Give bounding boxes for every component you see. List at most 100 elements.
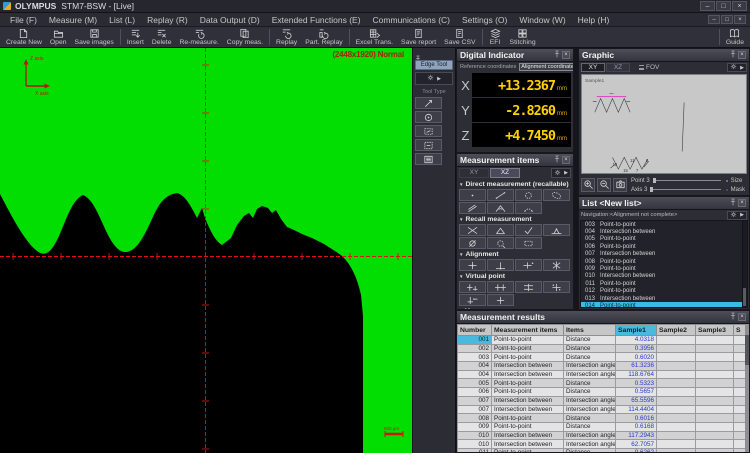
list-item-010[interactable]: 010Intersection between <box>581 273 747 280</box>
toolbar-replay-button[interactable]: Replay <box>272 27 301 47</box>
tool-mi-a1-button[interactable] <box>459 259 486 271</box>
fov-toggle[interactable]: FOV <box>639 64 659 71</box>
menu-item-window[interactable]: Window (W) <box>513 15 571 25</box>
close-icon[interactable]: × <box>562 51 570 59</box>
tool-mi-v5-button[interactable] <box>459 294 486 306</box>
list-scrollbar[interactable] <box>742 221 747 307</box>
toolbar-create-new-button[interactable]: Create New <box>2 27 46 47</box>
list-settings[interactable]: ▶ <box>727 211 747 220</box>
tool-mi-v3-button[interactable] <box>515 281 542 293</box>
menu-item-help[interactable]: Help (H) <box>572 15 616 25</box>
table-row-004-3[interactable]: 004Intersection betweenIntersection angl… <box>458 362 749 371</box>
list-item-013[interactable]: 013Intersection between <box>581 295 747 302</box>
toolbar-copy-meas-button[interactable]: Copy meas. <box>223 27 267 47</box>
toolbar-part-replay-button[interactable]: Part. Replay <box>301 27 346 47</box>
capture-button[interactable] <box>613 178 627 192</box>
di-tab-alignment-coordinates[interactable]: Alignment coordinates <box>519 63 573 71</box>
axis-slider[interactable] <box>650 189 720 190</box>
list-item-007[interactable]: 007Intersection between <box>581 251 747 258</box>
close-icon[interactable]: × <box>738 313 746 321</box>
toolbar-efi-button[interactable]: EFI <box>485 27 506 47</box>
table-row-004-4[interactable]: 004Intersection betweenIntersection angl… <box>458 370 749 379</box>
live-image-viewport[interactable]: Z axis X axis 500 μm (2448x1920) Normal <box>0 48 412 453</box>
menu-item-list[interactable]: List (L) <box>103 15 141 25</box>
toolbar-save-images-button[interactable]: Save images <box>71 27 118 47</box>
tool-mi-rcircle-button[interactable] <box>487 237 514 249</box>
edge-tool-et-circle-button[interactable] <box>415 111 442 123</box>
table-row-007-7[interactable]: 007Intersection betweenIntersection angl… <box>458 396 749 405</box>
pin-icon[interactable] <box>554 155 560 165</box>
table-row-010-11[interactable]: 010Intersection betweenIntersection angl… <box>458 431 749 440</box>
section-header-recall-measurement[interactable]: ▼Recall measurement <box>457 215 573 223</box>
mi-tab-xz[interactable]: XZ <box>490 168 520 178</box>
pin-icon[interactable] <box>415 50 421 58</box>
close-icon[interactable]: × <box>562 156 570 164</box>
mask-radio[interactable]: Mask <box>725 187 745 193</box>
table-row-011-13[interactable]: 011Point-to-pointDistance0.6262 <box>458 448 749 452</box>
tool-mi-circle-button[interactable] <box>515 189 542 201</box>
graphic-tab-xy[interactable]: XY <box>581 63 605 72</box>
section-header-virtual-point[interactable]: ▼Virtual point <box>457 272 573 280</box>
tool-mi-rx-button[interactable] <box>459 224 486 236</box>
menu-item-file[interactable]: File (F) <box>4 15 43 25</box>
toolbar-stitching-button[interactable]: Stitching <box>506 27 540 47</box>
list-item-009[interactable]: 009Point-to-point <box>581 265 747 272</box>
table-row-001-0[interactable]: 001Point-to-pointDistance4.0318 <box>458 336 749 345</box>
tool-mi-v1-button[interactable] <box>459 281 486 293</box>
toolbar-save-report-button[interactable]: Save report <box>397 27 440 47</box>
column-header-items[interactable]: Items <box>564 325 616 336</box>
toolbar-guide-button[interactable]: Guide <box>722 27 748 47</box>
table-row-009-10[interactable]: 009Point-to-pointDistance0.6168 <box>458 422 749 431</box>
toolbar-delete-button[interactable]: Delete <box>148 27 176 47</box>
column-header-sample3[interactable]: Sample3 <box>696 325 734 336</box>
list-item-004[interactable]: 004Intersection between <box>581 228 747 235</box>
tool-mi-dia-button[interactable] <box>459 237 486 249</box>
results-scrollbar[interactable] <box>745 324 749 452</box>
tool-mi-v4-button[interactable] <box>543 281 570 293</box>
tool-mi-a2-button[interactable] <box>487 259 514 271</box>
edge-tool-et-list-button[interactable] <box>415 153 442 165</box>
list-item-012[interactable]: 012Point-to-point <box>581 288 747 295</box>
list-item-005[interactable]: 005Point-to-point <box>581 236 747 243</box>
menu-item-replay[interactable]: Replay (R) <box>141 15 194 25</box>
point-slider[interactable] <box>653 180 721 181</box>
edge-tool-et-rect-button[interactable] <box>415 139 442 151</box>
table-row-006-6[interactable]: 006Point-to-pointDistance0.5657 <box>458 388 749 397</box>
mdi-minimize-button[interactable]: – <box>708 15 720 24</box>
tool-mi-angle-button[interactable] <box>487 202 514 214</box>
list-item-008[interactable]: 008Point-to-point <box>581 258 747 265</box>
column-header-sample1[interactable]: Sample1 <box>616 325 657 336</box>
mi-tab-xy[interactable]: XY <box>459 168 489 178</box>
menu-item-data[interactable]: Data Output (D) <box>194 15 266 25</box>
toolbar-re-measure-button[interactable]: Re-measure. <box>175 27 222 47</box>
tool-mi-v6-button[interactable] <box>487 294 514 306</box>
column-header-sample2[interactable]: Sample2 <box>657 325 696 336</box>
menu-item-measure[interactable]: Measure (M) <box>43 15 103 25</box>
pin-icon[interactable] <box>730 50 736 60</box>
tool-mi-point-button[interactable] <box>459 189 486 201</box>
tool-mi-line-button[interactable] <box>487 189 514 201</box>
close-icon[interactable]: × <box>738 199 746 207</box>
table-row-002-1[interactable]: 002Point-to-pointDistance0.3956 <box>458 344 749 353</box>
menu-item-extended[interactable]: Extended Functions (E) <box>266 15 367 25</box>
tool-mi-v2-button[interactable] <box>487 281 514 293</box>
toolbar-open-button[interactable]: Open <box>46 27 71 47</box>
tool-mi-rplane-button[interactable] <box>543 224 570 236</box>
list-item-014[interactable]: 014Point-to-point <box>581 302 747 308</box>
axis-slider-thumb[interactable] <box>650 187 653 192</box>
minimize-button[interactable]: – <box>700 1 715 11</box>
table-row-005-5[interactable]: 005Point-to-pointDistance0.5323 <box>458 379 749 388</box>
list-item-006[interactable]: 006Point-to-point <box>581 243 747 250</box>
table-row-007-8[interactable]: 007Intersection betweenIntersection angl… <box>458 405 749 414</box>
section-header-direct-measurement-recallable[interactable]: ▼Direct measurement (recallable) <box>457 180 573 188</box>
column-header-number[interactable]: Number <box>458 325 492 336</box>
edge-tool-tab[interactable]: Edge Tool <box>415 60 453 70</box>
zoom-out-button[interactable] <box>597 178 611 192</box>
tool-mi-a3-button[interactable] <box>515 259 542 271</box>
close-icon[interactable]: × <box>738 51 746 59</box>
mi-settings[interactable]: ▶ <box>551 168 571 178</box>
list-item-011[interactable]: 011Point-to-point <box>581 280 747 287</box>
tool-mi-arc-button[interactable] <box>515 202 542 214</box>
graphic-canvas[interactable]: Sample1 13157611 <box>581 74 747 174</box>
list-item-003[interactable]: 003Point-to-point <box>581 221 747 228</box>
